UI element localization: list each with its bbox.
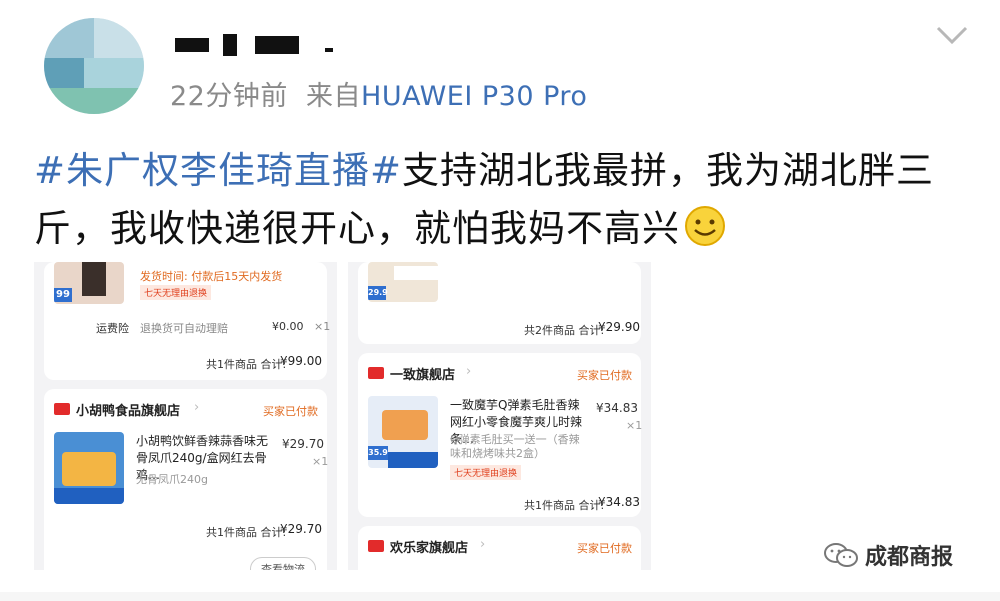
order-card-2[interactable]: 小胡鸭食品旗舰店 › 买家已付款 小胡鸭饮鲜香辣蒜香味无骨凤爪240g/盒网红去… bbox=[44, 389, 329, 570]
order-card-2[interactable]: 一致旗舰店 › 买家已付款 35.9 一致魔芋Q弹素毛肚香辣网红小零食魔芋爽儿时… bbox=[358, 353, 643, 517]
order-status: 买家已付款 bbox=[577, 369, 632, 382]
order-screenshot-left: 99 发货时间: 付款后15天内发货 七天无理由退换 运费险 退换货可自动理赔 … bbox=[34, 262, 337, 570]
order-card-3[interactable]: 欢乐家旗舰店 › 买家已付款 bbox=[358, 526, 641, 570]
bottom-divider bbox=[0, 592, 1000, 601]
product-thumbnail[interactable]: 35.9 bbox=[368, 396, 438, 468]
product-spec: 无骨凤爪240g bbox=[136, 473, 208, 486]
hashtag-link[interactable]: #朱广权李佳琦直播# bbox=[34, 149, 402, 192]
product-price: ¥34.83 bbox=[596, 401, 638, 415]
post-text: #朱广权李佳琦直播#支持湖北我最拼，我为湖北胖三斤，我收快递很开心，就怕我妈不高… bbox=[34, 142, 964, 258]
order-card-1[interactable]: 99 发货时间: 付款后15天内发货 七天无理由退换 运费险 退换货可自动理赔 … bbox=[44, 262, 331, 380]
view-logistics-button[interactable]: 查看物流 bbox=[250, 557, 316, 570]
order-screenshot-right: 29.9 共2件商品 合计: ¥29.90 一致旗舰店 › 买家已付款 35.9… bbox=[348, 262, 651, 570]
product-thumbnail[interactable] bbox=[54, 432, 124, 504]
return-badge: 七天无理由退换 bbox=[450, 465, 522, 480]
order-summary-label: 共1件商品 合计: bbox=[524, 499, 605, 512]
chevron-right-icon[interactable]: › bbox=[194, 400, 199, 415]
post-meta: 22分钟前 来自HUAWEI P30 Pro bbox=[170, 74, 587, 113]
insurance-desc: 退换货可自动理赔 bbox=[140, 322, 228, 335]
product-qty: ×1 bbox=[626, 419, 643, 432]
via-prefix: 来自 bbox=[306, 81, 362, 112]
order-summary-total: ¥29.70 bbox=[280, 522, 322, 536]
shipping-time: 发货时间: 付款后15天内发货 bbox=[140, 270, 283, 283]
chevron-down-icon[interactable] bbox=[932, 20, 972, 48]
time-ago: 22分钟前 bbox=[170, 81, 288, 112]
order-summary-label: 共1件商品 合计: bbox=[206, 358, 287, 371]
price-tag-badge: 29.9 bbox=[368, 286, 388, 300]
device-link[interactable]: HUAWEI P30 Pro bbox=[361, 81, 587, 112]
store-name[interactable]: 欢乐家旗舰店 bbox=[390, 537, 468, 556]
store-logo-icon bbox=[368, 540, 384, 552]
insurance-qty: ×1 bbox=[314, 320, 331, 333]
order-summary-label: 共2件商品 合计: bbox=[524, 324, 605, 337]
price-tag-badge: 35.9 bbox=[368, 446, 388, 460]
avatar[interactable] bbox=[44, 18, 144, 114]
watermark-text: 成都商报 bbox=[865, 545, 954, 570]
store-logo-icon bbox=[368, 367, 384, 379]
insurance-label: 运费险 bbox=[96, 322, 129, 335]
product-qty: ×1 bbox=[312, 455, 329, 468]
order-status: 买家已付款 bbox=[577, 542, 632, 555]
order-card-1[interactable]: 29.9 共2件商品 合计: ¥29.90 bbox=[358, 262, 641, 344]
product-thumbnail[interactable]: 29.9 bbox=[368, 262, 438, 302]
order-summary-total: ¥34.83 bbox=[598, 495, 640, 509]
username-redacted[interactable] bbox=[175, 34, 345, 56]
insurance-price: ¥0.00 bbox=[272, 320, 304, 333]
chevron-right-icon[interactable]: › bbox=[466, 364, 471, 379]
chevron-right-icon[interactable]: › bbox=[480, 537, 485, 552]
product-thumbnail[interactable]: 99 bbox=[54, 262, 124, 304]
product-spec: Q弹素毛肚买一送一（香辣味和烧烤味共2盒） bbox=[450, 433, 580, 460]
smile-emoji-icon bbox=[685, 206, 725, 246]
store-name[interactable]: 一致旗舰店 bbox=[390, 364, 455, 383]
price-tag-badge: 99 bbox=[54, 288, 72, 302]
order-status: 买家已付款 bbox=[263, 405, 318, 418]
order-summary-total: ¥29.90 bbox=[598, 320, 640, 334]
wechat-icon bbox=[824, 543, 858, 567]
order-summary-total: ¥99.00 bbox=[280, 354, 322, 368]
return-badge: 七天无理由退换 bbox=[140, 285, 212, 300]
order-summary-label: 共1件商品 合计: bbox=[206, 526, 287, 539]
source-watermark: 成都商报 bbox=[823, 540, 953, 570]
store-name[interactable]: 小胡鸭食品旗舰店 bbox=[76, 400, 180, 419]
product-price: ¥29.70 bbox=[282, 437, 324, 451]
store-logo-icon bbox=[54, 403, 70, 415]
